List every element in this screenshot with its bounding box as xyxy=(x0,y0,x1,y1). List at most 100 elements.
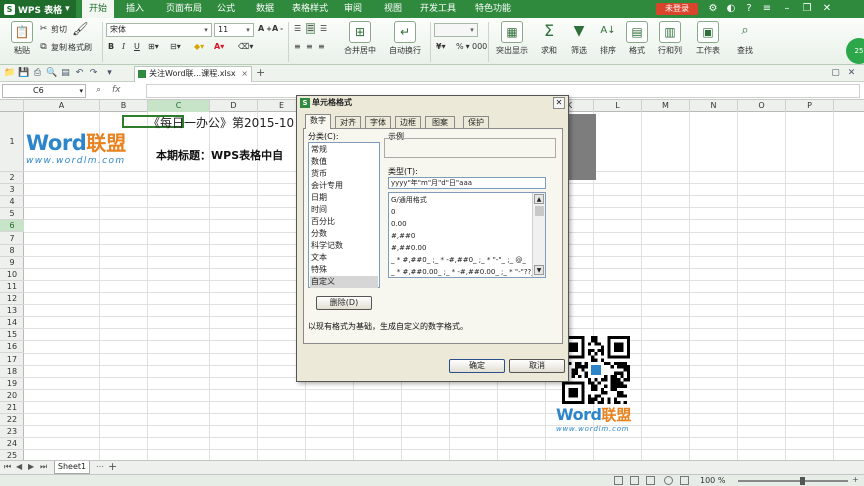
format-code-item[interactable]: G/通用格式 xyxy=(391,194,427,206)
last-sheet-icon[interactable]: ⏭ xyxy=(40,462,47,472)
format-code-list[interactable]: G/通用格式 0 0.00 #,##0 #,##0.00 _ * #,##0_ ;_ * … xyxy=(388,192,546,278)
scroll-thumb[interactable] xyxy=(535,206,544,216)
minimize-icon[interactable]: – xyxy=(780,2,794,16)
ok-button[interactable]: 确定 xyxy=(449,359,505,373)
row-header-16[interactable]: 16 xyxy=(0,341,24,354)
menu-tab-0[interactable]: 开始 xyxy=(82,0,114,18)
row-header-19[interactable]: 19 xyxy=(0,378,24,390)
row-column-button[interactable]: ▥ 行和列 xyxy=(652,21,688,63)
worksheet-button[interactable]: ▣ 工作表 xyxy=(690,21,726,63)
document-tab[interactable]: 关注Word联...课程.xlsx × xyxy=(134,66,252,82)
help-icon[interactable]: ? xyxy=(742,2,756,16)
scroll-up-icon[interactable]: ▲ xyxy=(534,194,544,204)
align-center-icon[interactable]: ≡ xyxy=(306,42,313,51)
zoom-icon[interactable]: ⌕ xyxy=(96,85,101,95)
clear-format-icon[interactable]: ⌫▾ xyxy=(238,42,253,51)
add-sheet-icon[interactable]: + xyxy=(108,460,117,473)
copy-button[interactable]: ⧉ 复制 xyxy=(38,42,67,53)
zoom-slider[interactable] xyxy=(738,480,848,482)
category-item[interactable]: 常规 xyxy=(310,144,378,156)
zoom-slider-handle[interactable] xyxy=(800,477,805,485)
page-break-icon[interactable] xyxy=(646,476,655,485)
row-header-11[interactable]: 11 xyxy=(0,281,24,293)
format-painter-button[interactable]: 格式刷 xyxy=(68,42,92,53)
row-header-3[interactable]: 3 xyxy=(0,184,24,197)
sheet-tab-sheet1[interactable]: Sheet1 xyxy=(54,461,90,474)
menu-tab-2[interactable]: 页面布局 xyxy=(160,0,208,18)
format-list-scrollbar[interactable]: ▲ ▼ xyxy=(532,193,545,277)
category-list[interactable]: 常规 数值 货币 会计专用 日期 时间 百分比 分数 科学记数 文本 特殊 自定义 xyxy=(308,142,380,288)
category-item[interactable]: 日期 xyxy=(310,192,378,204)
merge-center-button[interactable]: ⊞ 合并居中 xyxy=(338,21,382,63)
category-item[interactable]: 数值 xyxy=(310,156,378,168)
row-header-5[interactable]: 5 xyxy=(0,208,24,221)
align-bottom-icon[interactable]: ☰ xyxy=(320,24,327,33)
prev-sheet-icon[interactable]: ◀ xyxy=(16,462,22,471)
page-layout-icon[interactable] xyxy=(630,476,639,485)
new-tab-icon[interactable]: + xyxy=(256,66,265,79)
font-size-combo[interactable]: 11 ▾ xyxy=(214,23,254,37)
print-preview-icon[interactable]: 🔍 xyxy=(46,68,57,79)
conditional-format-button[interactable]: ▦ 突出显示 xyxy=(490,21,534,63)
font-name-combo[interactable]: 宋体 ▾ xyxy=(106,23,212,37)
underline-icon[interactable]: U xyxy=(134,42,140,51)
align-middle-icon[interactable]: ☰ xyxy=(306,23,316,34)
category-item[interactable]: 会计专用 xyxy=(310,180,378,192)
row-header-6[interactable]: 6 xyxy=(0,220,24,233)
dialog-close-button[interactable]: ✕ xyxy=(553,97,565,109)
row-header-18[interactable]: 18 xyxy=(0,366,24,378)
zoom-in-icon[interactable]: + xyxy=(852,475,859,484)
italic-icon[interactable]: I xyxy=(122,42,125,51)
number-format-combo[interactable]: ▾ xyxy=(434,23,478,37)
row-header-14[interactable]: 14 xyxy=(0,317,24,330)
row-header-15[interactable]: 15 xyxy=(0,329,24,342)
row-header-7[interactable]: 7 xyxy=(0,233,24,245)
row-header-20[interactable]: 20 xyxy=(0,390,24,402)
row-header-12[interactable]: 12 xyxy=(0,293,24,306)
category-item[interactable]: 分数 xyxy=(310,228,378,240)
column-header-N[interactable]: N xyxy=(690,100,738,112)
first-sheet-icon[interactable]: ⏮ xyxy=(4,462,11,472)
normal-view-icon[interactable] xyxy=(614,476,623,485)
merge-borders-icon[interactable]: ⊟▾ xyxy=(170,42,181,51)
export-pdf-icon[interactable]: ▤ xyxy=(60,68,71,79)
restore-icon[interactable]: ❐ xyxy=(800,2,814,16)
row-header-22[interactable]: 22 xyxy=(0,414,24,427)
close-icon[interactable]: × xyxy=(241,67,248,81)
menu-icon[interactable]: ≡ xyxy=(760,2,774,16)
category-item[interactable]: 自定义 xyxy=(310,276,378,288)
next-sheet-icon[interactable]: ▶ xyxy=(28,462,34,471)
more-icon[interactable]: ▾ xyxy=(104,68,115,79)
format-code-item[interactable]: #,##0.00 xyxy=(391,242,426,254)
shrink-font-icon[interactable]: A- xyxy=(272,24,283,33)
fullscreen-icon[interactable] xyxy=(680,476,689,485)
dialog-tab-0[interactable]: 数字 xyxy=(305,114,331,129)
row-header-2[interactable]: 2 xyxy=(0,172,24,185)
eye-protection-icon[interactable] xyxy=(664,476,673,485)
sort-button[interactable]: A↓ 排序 xyxy=(594,21,622,63)
cancel-button[interactable]: 取消 xyxy=(509,359,565,373)
currency-icon[interactable]: ¥▾ xyxy=(436,42,446,51)
row-header-13[interactable]: 13 xyxy=(0,305,24,318)
cut-button[interactable]: ✂ 剪切 xyxy=(38,24,67,35)
close-icon[interactable]: ✕ xyxy=(820,2,834,16)
row-header-10[interactable]: 10 xyxy=(0,269,24,281)
row-header-9[interactable]: 9 xyxy=(0,257,24,269)
column-header-O[interactable]: O xyxy=(738,100,786,112)
row-header-4[interactable]: 4 xyxy=(0,196,24,209)
row-header-23[interactable]: 23 xyxy=(0,426,24,439)
fill-color-icon[interactable]: ◆▾ xyxy=(194,42,204,51)
column-header-B[interactable]: B xyxy=(100,100,148,112)
column-header-P[interactable]: P xyxy=(786,100,834,112)
category-item[interactable]: 时间 xyxy=(310,204,378,216)
column-header-D[interactable]: D xyxy=(210,100,258,112)
delete-format-button[interactable]: 删除(D) xyxy=(316,296,372,310)
name-box[interactable]: C6 ▾ xyxy=(2,84,86,98)
row-header-17[interactable]: 17 xyxy=(0,354,24,366)
column-header-M[interactable]: M xyxy=(642,100,690,112)
login-button[interactable]: 未登录 xyxy=(656,3,698,15)
align-right-icon[interactable]: ≡ xyxy=(318,42,325,51)
redo-icon[interactable]: ↷ xyxy=(88,68,99,79)
menu-tab-4[interactable]: 数据 xyxy=(250,0,280,18)
row-header-8[interactable]: 8 xyxy=(0,245,24,257)
